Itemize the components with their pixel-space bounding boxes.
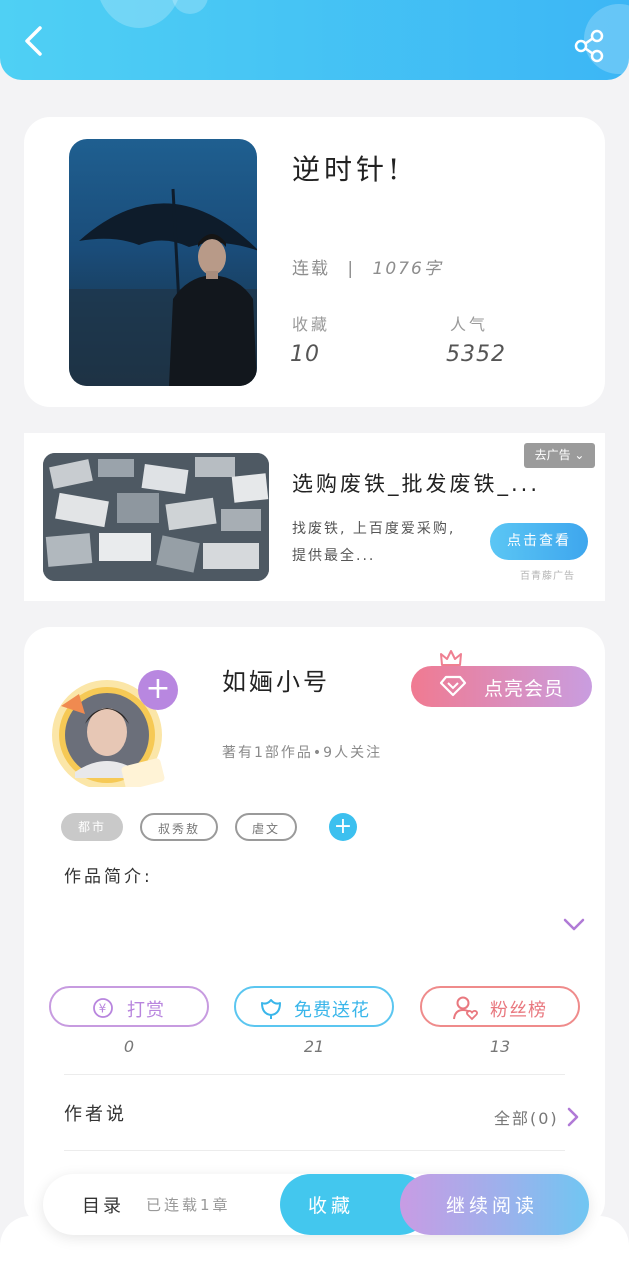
yen-coin-icon: ¥ [93, 998, 113, 1018]
vip-button-label[interactable]: 点亮会员 [484, 674, 564, 701]
author-name: 如婳小号 [222, 668, 330, 696]
section-divider [64, 1150, 565, 1151]
ad-view-button[interactable]: 点击查看 [490, 523, 588, 560]
continue-reading-button[interactable]: 继续阅读 [400, 1174, 589, 1235]
add-tag-button[interactable]: + [329, 813, 357, 841]
favorites-count: 10 [290, 342, 320, 367]
popularity-label: 人气 [450, 315, 489, 334]
author-avatar[interactable]: + [45, 670, 200, 790]
favorite-button-label: 收藏 [308, 1195, 355, 1217]
book-title: 逆时针! [292, 153, 404, 186]
cover-umbrella-illustration [69, 188, 257, 386]
fans-count: 13 [489, 1037, 511, 1056]
ad-description: 找废铁, 上百度爱采购, 提供最全... [292, 521, 456, 564]
ad-source-label: 百青藤广告 [520, 571, 575, 582]
word-count: 1076字 [372, 259, 443, 279]
see-all-link[interactable]: 全部(0) [494, 1105, 559, 1129]
author-meta: 著有1部作品•9人关注 [222, 745, 383, 761]
follow-author-button[interactable]: + [138, 670, 178, 710]
popularity-count: 5352 [446, 342, 506, 367]
section-divider [64, 1074, 565, 1075]
author-says-title: 作者说 [64, 1104, 127, 1125]
fans-label: 粉丝榜 [490, 1000, 547, 1021]
reward-label: 打赏 [127, 1000, 165, 1021]
work-intro-label: 作品简介: [64, 867, 153, 887]
header-bubble-decoration [96, 0, 182, 28]
genre-tag[interactable]: 叔秀敖 [140, 813, 218, 841]
book-cover-image[interactable] [69, 139, 257, 386]
ad-title[interactable]: 选购废铁_批发废铁_... [292, 468, 540, 498]
user-heart-icon [453, 996, 478, 1021]
continue-button-label: 继续阅读 [446, 1195, 539, 1217]
share-icon[interactable] [572, 28, 608, 64]
header-bubble-decoration [172, 0, 208, 14]
flower-label: 免费送花 [294, 1000, 370, 1021]
send-flower-button[interactable]: 免费送花 [234, 986, 394, 1027]
scrap-metal-illustration [43, 453, 269, 581]
diamond-icon [439, 675, 467, 697]
flower-icon [261, 999, 281, 1019]
svg-text:¥: ¥ [99, 1002, 108, 1016]
chevron-down-icon[interactable] [563, 918, 585, 932]
top-header [0, 0, 629, 80]
genre-tag[interactable]: 虐文 [235, 813, 297, 841]
favorites-label: 收藏 [292, 315, 331, 334]
status-label: 连载 [292, 259, 330, 279]
crown-icon [440, 650, 462, 666]
back-arrow-icon[interactable] [18, 24, 52, 58]
reward-count: 0 [123, 1037, 135, 1056]
ad-image[interactable] [43, 453, 269, 581]
table-of-contents-button[interactable]: 目录 [82, 1192, 124, 1218]
fans-rank-button[interactable]: 粉丝榜 [420, 986, 580, 1027]
remove-ad-button[interactable]: 去广告 ⌄ [524, 443, 595, 468]
status-separator: | [347, 259, 356, 279]
genre-tag[interactable]: 都市 [61, 813, 123, 841]
chevron-right-icon[interactable] [566, 1106, 580, 1128]
reward-button[interactable]: ¥ 打赏 [49, 986, 209, 1027]
serial-chapter-status: 已连载1章 [146, 1196, 231, 1214]
flower-count: 21 [303, 1037, 325, 1056]
serial-status: 连载 | 1076字 [292, 254, 443, 279]
